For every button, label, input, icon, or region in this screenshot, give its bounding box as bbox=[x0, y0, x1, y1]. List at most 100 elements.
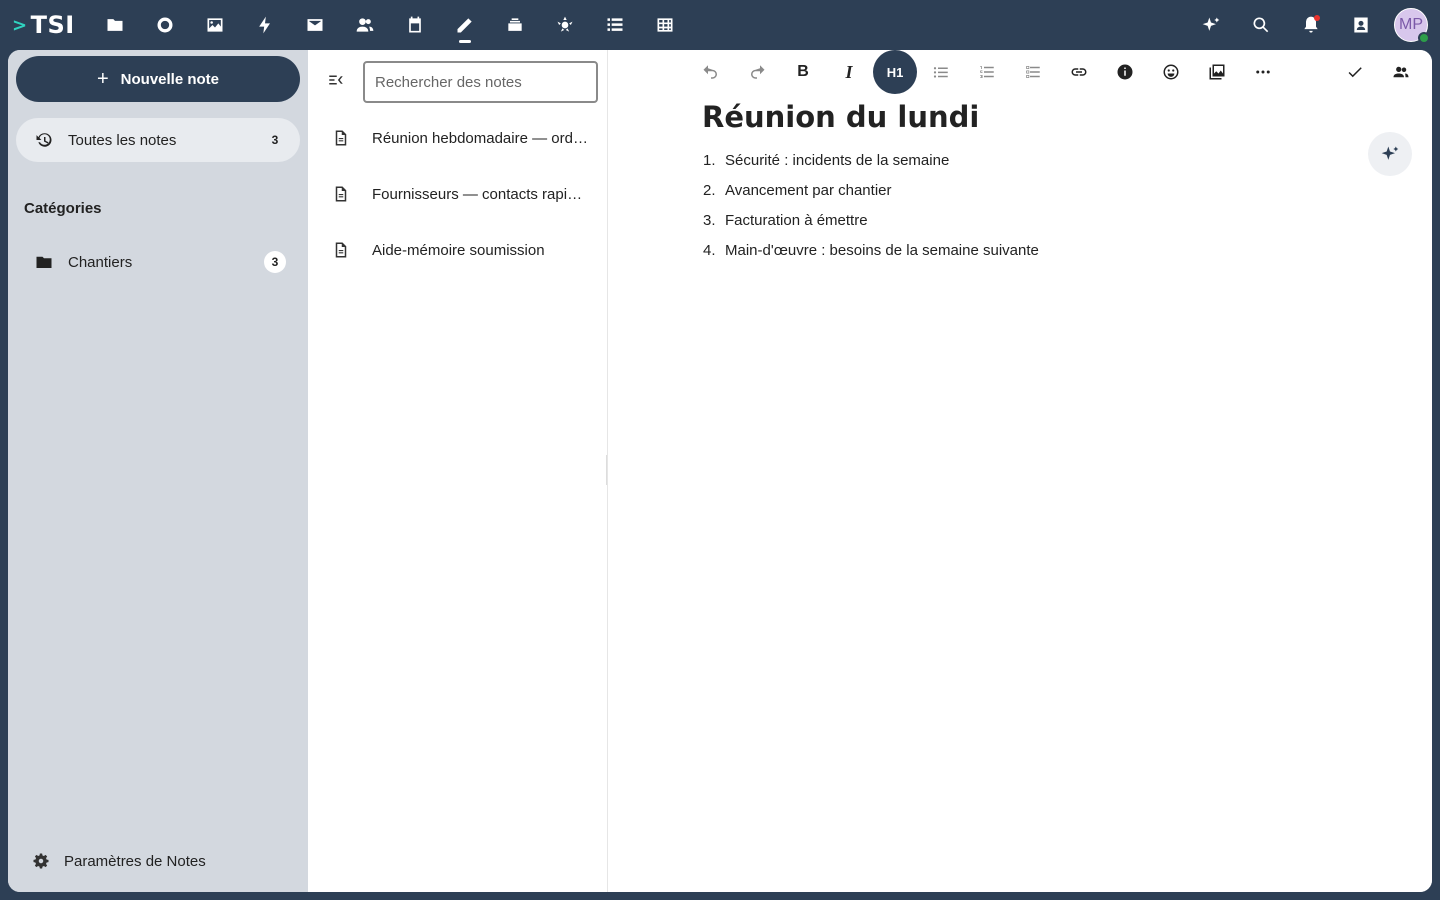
bullet-list-button[interactable] bbox=[918, 50, 964, 94]
list-item[interactable]: 3. Facturation à émettre bbox=[703, 205, 1039, 235]
notes-list-column: Réunion hebdomadaire — ordre du jour Fou… bbox=[308, 50, 610, 892]
files-app-button[interactable] bbox=[90, 0, 140, 50]
more-options-button[interactable] bbox=[1240, 50, 1286, 94]
list-item-text: Facturation à émettre bbox=[725, 211, 868, 229]
table-icon bbox=[657, 18, 673, 32]
calendar-icon bbox=[409, 16, 421, 33]
heading-button[interactable]: H1 bbox=[873, 50, 917, 94]
unified-search-button[interactable] bbox=[1236, 0, 1286, 50]
document-icon bbox=[335, 242, 347, 258]
contacts-app-button[interactable] bbox=[340, 0, 390, 50]
bold-label: B bbox=[797, 63, 809, 80]
header-right: MP bbox=[1186, 0, 1430, 50]
insert-link-button[interactable] bbox=[1056, 50, 1102, 94]
tasks-app-button[interactable] bbox=[590, 0, 640, 50]
contacts-menu-button[interactable] bbox=[1336, 0, 1386, 50]
mail-app-button[interactable] bbox=[290, 0, 340, 50]
insert-image-button[interactable] bbox=[1194, 50, 1240, 94]
online-status-indicator bbox=[1418, 32, 1430, 44]
ellipsis-icon bbox=[1256, 70, 1270, 74]
list-item-text: Sécurité : incidents de la semaine bbox=[725, 151, 950, 169]
link-icon bbox=[1071, 68, 1087, 76]
note-list-item[interactable]: Fournisseurs — contacts rapides bbox=[316, 170, 600, 218]
note-list-item[interactable]: Réunion hebdomadaire — ordre du jour bbox=[316, 114, 600, 162]
undo-button[interactable] bbox=[688, 50, 734, 94]
history-icon bbox=[34, 130, 54, 150]
search-notes-input[interactable] bbox=[363, 61, 598, 103]
sparkle-icon bbox=[1381, 146, 1399, 160]
all-notes-count: 3 bbox=[271, 133, 279, 147]
list-item-text: Avancement par chantier bbox=[725, 181, 892, 199]
list-item[interactable]: 4. Main-d'œuvre : besoins de la semaine … bbox=[703, 235, 1039, 265]
ai-assistant-button[interactable] bbox=[1368, 132, 1412, 176]
italic-button[interactable]: I bbox=[826, 50, 872, 94]
note-editor: B I H1 Réunion du lundi 1. Sécurité: in… bbox=[608, 50, 1432, 892]
notification-badge bbox=[1314, 15, 1320, 21]
checkmark-icon bbox=[1348, 67, 1362, 78]
heading-label: H1 bbox=[886, 64, 904, 80]
user-avatar[interactable]: MP bbox=[1394, 8, 1430, 44]
list-number: 3. bbox=[703, 211, 716, 229]
redo-button[interactable] bbox=[734, 50, 780, 94]
list-number: 2. bbox=[703, 181, 716, 199]
checklist-icon bbox=[607, 18, 623, 31]
list-item[interactable]: 1. Sécurité : incidents de la semaine bbox=[703, 145, 1039, 175]
app-frame: + Nouvelle note Toutes les notes 3 Catég… bbox=[8, 50, 1432, 892]
notes-app-button[interactable] bbox=[440, 0, 490, 50]
save-status-button[interactable] bbox=[1332, 50, 1378, 94]
editor-toolbar: B I H1 bbox=[688, 50, 1286, 94]
list-item-text: Main-d'œuvre : besoins de la semaine sui… bbox=[725, 241, 1039, 259]
document-icon bbox=[335, 130, 347, 146]
contacts-icon bbox=[356, 18, 374, 32]
callout-button[interactable] bbox=[1102, 50, 1148, 94]
emoji-button[interactable] bbox=[1148, 50, 1194, 94]
new-note-button[interactable]: + Nouvelle note bbox=[16, 56, 300, 102]
sparkle-icon bbox=[1202, 17, 1220, 31]
bold-button[interactable]: B bbox=[780, 50, 826, 94]
italic-label: I bbox=[845, 61, 853, 82]
assistant-button[interactable] bbox=[1186, 0, 1236, 50]
agenda-list[interactable]: 1. Sécurité : incidents de la semaine 2.… bbox=[703, 145, 1039, 265]
list-item[interactable]: 2. Avancement par chantier bbox=[703, 175, 1039, 205]
document-icon bbox=[335, 186, 347, 202]
info-icon bbox=[1117, 64, 1133, 80]
ordered-list-icon bbox=[980, 66, 994, 78]
stack-icon bbox=[508, 18, 522, 31]
notifications-button[interactable] bbox=[1286, 0, 1336, 50]
image-icon bbox=[207, 18, 223, 32]
circles-app-button[interactable] bbox=[540, 0, 590, 50]
tables-app-button[interactable] bbox=[640, 0, 690, 50]
editor-toolbar-right bbox=[1332, 50, 1424, 94]
notes-navigation: + Nouvelle note Toutes les notes 3 Catég… bbox=[8, 50, 308, 892]
gear-icon bbox=[33, 853, 49, 869]
mail-icon bbox=[307, 19, 323, 31]
list-number: 1. bbox=[703, 151, 716, 169]
search-icon bbox=[1253, 17, 1269, 33]
collaborators-button[interactable] bbox=[1378, 50, 1424, 94]
activity-app-button[interactable] bbox=[240, 0, 290, 50]
note-list-item[interactable]: Aide-mémoire soumission bbox=[316, 226, 600, 274]
checklist-button[interactable] bbox=[1010, 50, 1056, 94]
note-heading[interactable]: Réunion du lundi bbox=[702, 100, 979, 134]
deck-app-button[interactable] bbox=[490, 0, 540, 50]
nav-item-category-chantiers[interactable]: Chantiers 3 bbox=[16, 240, 300, 284]
calendar-app-button[interactable] bbox=[390, 0, 440, 50]
dashboard-app-button[interactable] bbox=[140, 0, 190, 50]
emoji-icon bbox=[1163, 64, 1179, 80]
pencil-icon bbox=[457, 18, 472, 33]
checklist-icon bbox=[1026, 66, 1040, 78]
logo-chevron: > bbox=[12, 14, 28, 36]
top-bar: > TSI MP bbox=[0, 0, 1440, 50]
nav-item-all-notes[interactable]: Toutes les notes 3 bbox=[16, 118, 300, 162]
toggle-navigation-button[interactable] bbox=[322, 66, 350, 94]
notes-settings-button[interactable]: Paramètres de Notes bbox=[16, 844, 300, 878]
brand-logo[interactable]: > TSI bbox=[12, 11, 75, 39]
all-notes-label: Toutes les notes bbox=[68, 131, 177, 149]
note-title: Aide-mémoire soumission bbox=[372, 241, 545, 259]
photos-app-button[interactable] bbox=[190, 0, 240, 50]
collapse-menu-icon bbox=[329, 75, 343, 85]
ordered-list-button[interactable] bbox=[964, 50, 1010, 94]
circle-icon bbox=[157, 17, 173, 33]
note-title: Réunion hebdomadaire — ordre du jour bbox=[372, 129, 600, 147]
categories-heading: Catégories bbox=[24, 200, 102, 217]
